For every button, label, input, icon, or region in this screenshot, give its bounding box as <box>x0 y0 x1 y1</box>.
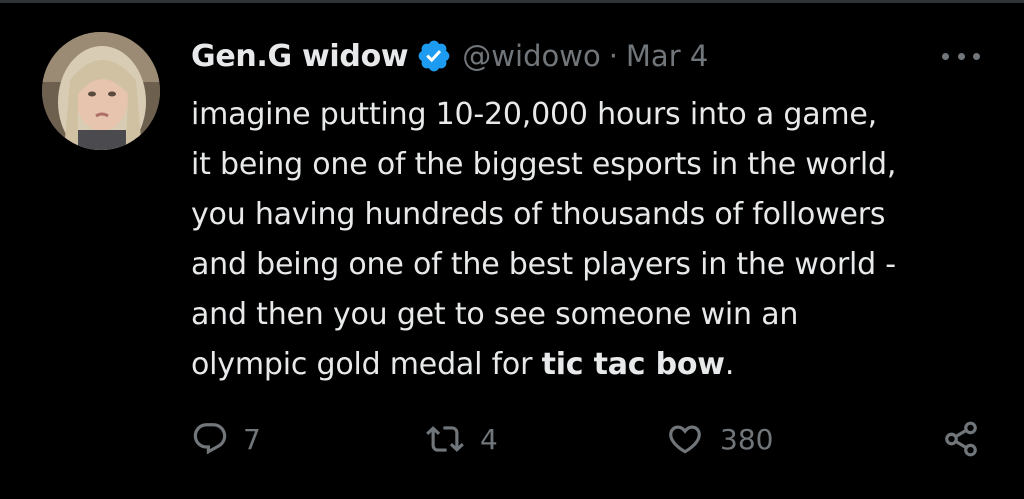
verified-badge-icon[interactable] <box>416 38 452 74</box>
tweet-text-prefix: olympic gold medal for <box>191 347 542 382</box>
retweet-button[interactable]: 4 <box>424 414 498 464</box>
like-count: 380 <box>720 422 774 456</box>
handle-row: @widowo · Mar 4 <box>462 39 708 73</box>
avatar-photo <box>42 32 160 150</box>
share-icon <box>942 420 980 458</box>
heart-icon <box>664 420 706 458</box>
author-handle[interactable]: @widowo <box>462 39 600 73</box>
tweet-date[interactable]: Mar 4 <box>626 39 708 73</box>
tweet-line: and being one of the best players in the… <box>191 247 896 282</box>
retweet-count: 4 <box>480 422 498 456</box>
tweet-line: imagine putting 10-20,000 hours into a g… <box>191 97 877 132</box>
tweet-line: it being one of the biggest esports in t… <box>191 147 897 182</box>
tweet-line: and then you get to see someone win an <box>191 297 799 332</box>
reply-count: 7 <box>243 422 261 456</box>
tweet-text-bold: tic tac bow <box>541 347 725 382</box>
tweet-text-suffix: . <box>724 347 735 382</box>
avatar[interactable] <box>42 32 160 150</box>
action-bar: 7 4 380 <box>0 414 1024 464</box>
separator-dot: · <box>608 39 618 73</box>
tweet-line: you having hundreds of thousands of foll… <box>191 197 886 232</box>
tweet-header: Gen.G widow @widowo · Mar 4 <box>191 36 708 76</box>
more-options-icon[interactable] <box>942 44 980 68</box>
top-divider <box>0 0 1024 3</box>
reply-button[interactable]: 7 <box>191 414 261 464</box>
retweet-icon <box>424 420 466 458</box>
reply-icon <box>191 420 229 458</box>
tweet-line-last: olympic gold medal for tic tac bow. <box>191 340 1006 390</box>
share-button[interactable] <box>942 414 980 464</box>
tweet-text: imagine putting 10-20,000 hours into a g… <box>191 90 1006 390</box>
like-button[interactable]: 380 <box>664 414 773 464</box>
author-name[interactable]: Gen.G widow <box>191 39 409 74</box>
